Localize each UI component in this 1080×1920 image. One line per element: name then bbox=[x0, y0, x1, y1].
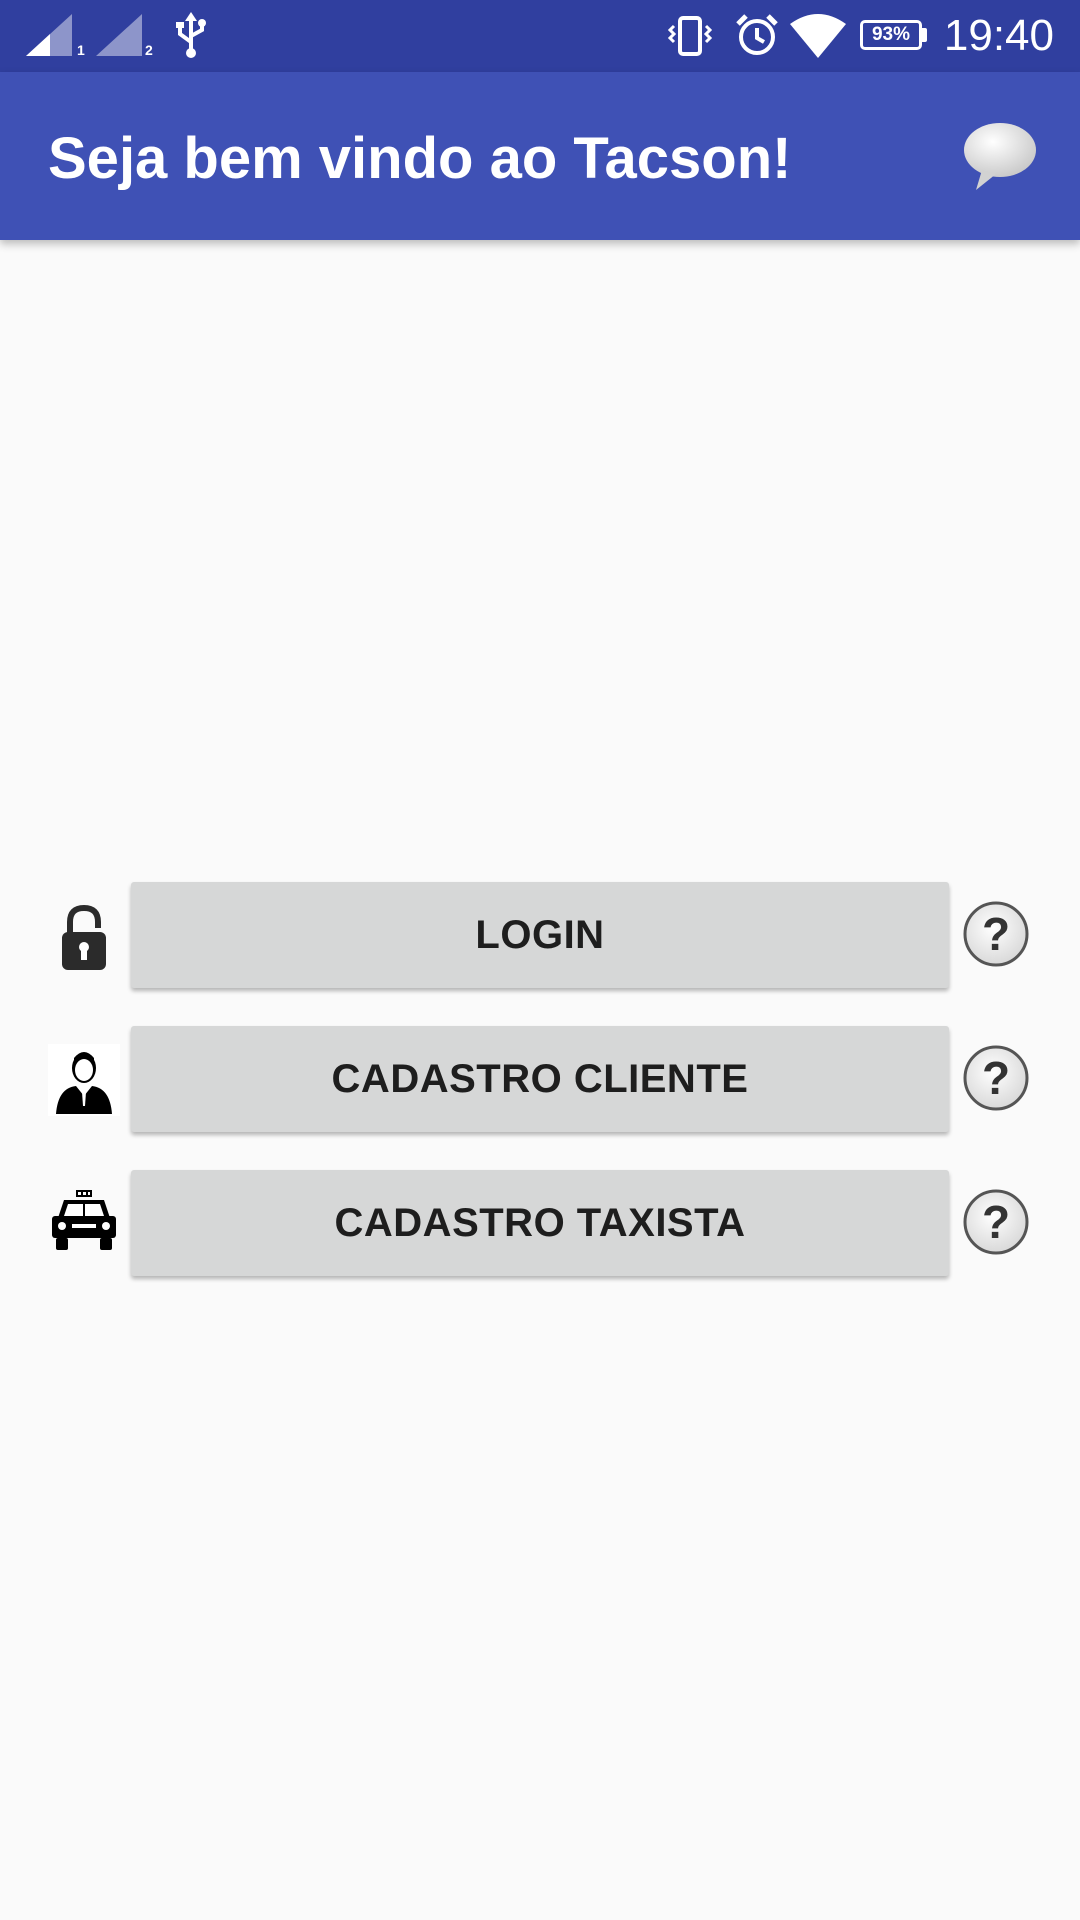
chat-bubble-icon[interactable] bbox=[962, 118, 1038, 194]
svg-text:?: ? bbox=[982, 1052, 1010, 1104]
login-help-icon[interactable]: ? bbox=[962, 900, 1030, 968]
driver-signup-row: CADASTRO TAXISTA ? bbox=[0, 1170, 1080, 1280]
alarm-icon bbox=[736, 14, 778, 55]
driver-signup-button[interactable]: CADASTRO TAXISTA bbox=[131, 1170, 949, 1276]
app-bar: Seja bem vindo ao Tacson! bbox=[0, 72, 1080, 240]
client-signup-button[interactable]: CADASTRO CLIENTE bbox=[131, 1026, 949, 1132]
svg-text:?: ? bbox=[982, 1196, 1010, 1248]
login-row: LOGIN ? bbox=[0, 882, 1080, 992]
vibrate-icon bbox=[668, 16, 712, 56]
wifi-icon bbox=[790, 14, 846, 58]
svg-text:?: ? bbox=[982, 908, 1010, 960]
sim1-label: 1 bbox=[77, 42, 85, 58]
battery-level: 93% bbox=[871, 24, 911, 45]
sim2-label: 2 bbox=[145, 42, 153, 58]
driver-help-icon[interactable]: ? bbox=[962, 1188, 1030, 1256]
padlock-icon bbox=[62, 904, 106, 970]
usb-icon bbox=[176, 12, 206, 58]
client-help-icon[interactable]: ? bbox=[962, 1044, 1030, 1112]
client-signup-row: CADASTRO CLIENTE ? bbox=[0, 1026, 1080, 1136]
battery-icon: 93% bbox=[860, 20, 922, 50]
battery-tip bbox=[922, 28, 927, 42]
page-title: Seja bem vindo ao Tacson! bbox=[48, 126, 792, 191]
taxi-icon bbox=[52, 1190, 116, 1250]
clock: 19:40 bbox=[943, 11, 1054, 60]
login-button[interactable]: LOGIN bbox=[131, 882, 949, 988]
businessman-icon bbox=[48, 1044, 120, 1116]
status-bar: 1 2 93% 19:40 bbox=[0, 0, 1080, 72]
